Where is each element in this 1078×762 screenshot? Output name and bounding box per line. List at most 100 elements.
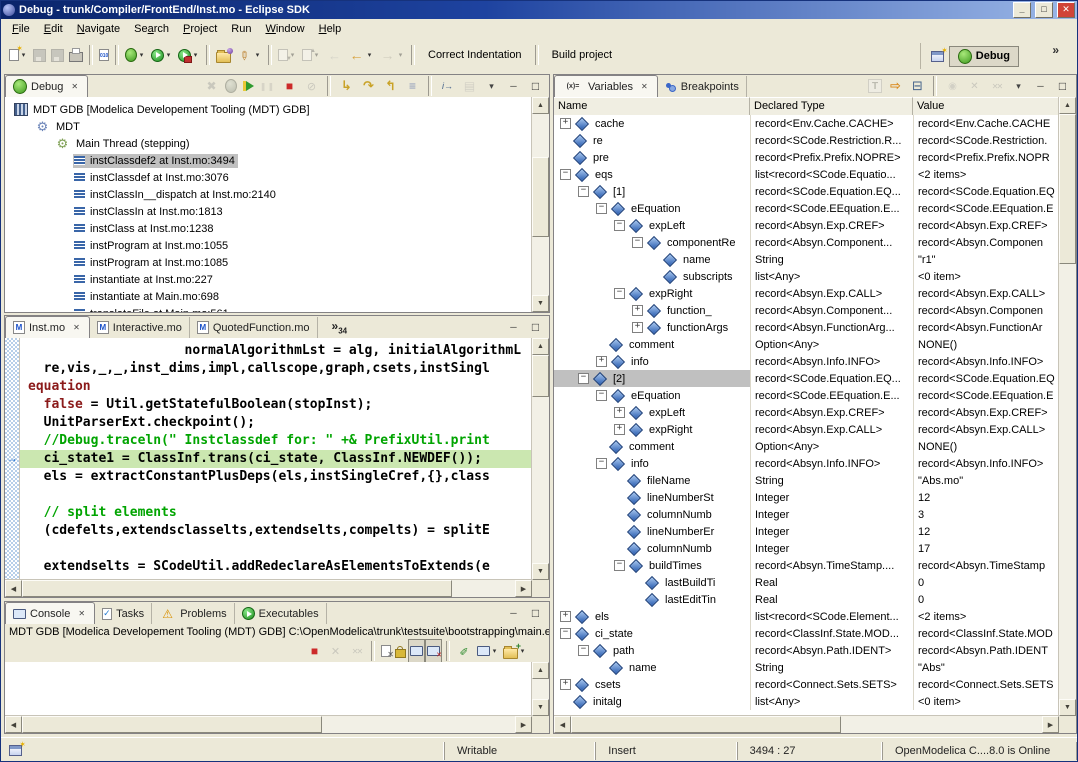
minimize-button[interactable]: ─ bbox=[503, 601, 524, 625]
expand-icon[interactable]: + bbox=[614, 424, 625, 435]
remove-all-button[interactable]: ✕✕ bbox=[986, 74, 1007, 98]
scroll-down-button[interactable]: ▼ bbox=[532, 295, 549, 312]
variable-row[interactable]: commentOption<Any>NONE() bbox=[554, 336, 1059, 353]
drop-to-frame-button[interactable]: ≡ bbox=[402, 74, 423, 98]
menu-edit[interactable]: Edit bbox=[37, 21, 70, 37]
variable-row[interactable]: +cacherecord<Env.Cache.CACHE>record<Env.… bbox=[554, 115, 1059, 132]
step-over-button[interactable]: ↷ bbox=[358, 74, 379, 98]
collapse-icon[interactable]: − bbox=[596, 458, 607, 469]
close-icon[interactable]: ✕ bbox=[69, 81, 80, 92]
variable-row[interactable]: −expLeftrecord<Absyn.Exp.CREF>record<Abs… bbox=[554, 217, 1059, 234]
show-stdout-button[interactable] bbox=[408, 639, 425, 663]
collapse-icon[interactable]: − bbox=[614, 560, 625, 571]
open-element-button[interactable] bbox=[214, 43, 233, 67]
debug-tree-row[interactable]: instantiate at Inst.mo:227 bbox=[5, 271, 532, 288]
view-menu-button[interactable]: ▾ bbox=[1008, 74, 1029, 98]
minimize-button[interactable]: ─ bbox=[503, 315, 524, 339]
editor-tab-quotedfunction-mo[interactable]: MQuotedFunction.mo bbox=[190, 317, 318, 338]
variable-row[interactable]: −expRightrecord<Absyn.Exp.CALL>record<Ab… bbox=[554, 285, 1059, 302]
collapse-icon[interactable]: − bbox=[578, 186, 589, 197]
scroll-down-button[interactable]: ▼ bbox=[532, 699, 549, 716]
scroll-left-button[interactable]: ◀ bbox=[554, 716, 571, 733]
menu-navigate[interactable]: Navigate bbox=[70, 21, 127, 37]
scroll-thumb[interactable] bbox=[532, 355, 549, 397]
print-button[interactable] bbox=[67, 43, 85, 67]
variable-row[interactable]: −pathrecord<Absyn.Path.IDENT>record<Absy… bbox=[554, 642, 1059, 659]
variable-row[interactable]: −[1]record<SCode.Equation.EQ...record<SC… bbox=[554, 183, 1059, 200]
dropdown-arrow-icon[interactable]: ▾ bbox=[191, 51, 200, 59]
debug-tree-row[interactable]: MDT GDB [Modelica Developement Tooling (… bbox=[5, 101, 532, 118]
resume-button[interactable] bbox=[240, 74, 256, 98]
maximize-button[interactable]: □ bbox=[525, 601, 546, 625]
editor-annotation-ruler[interactable]: → bbox=[5, 338, 20, 580]
scroll-up-button[interactable]: ▲ bbox=[532, 662, 549, 679]
display-console-button[interactable]: ▾ bbox=[475, 639, 501, 663]
editor-tab-overflow[interactable]: »34 bbox=[332, 319, 348, 335]
variable-row[interactable]: +inforecord<Absyn.Info.INFO>record<Absyn… bbox=[554, 353, 1059, 370]
annotation-brush-button[interactable]: ✏▾ bbox=[234, 43, 264, 67]
scroll-right-button[interactable]: ▶ bbox=[515, 716, 532, 733]
open-console-button[interactable]: ▾ bbox=[501, 639, 529, 663]
tab-debug[interactable]: Debug ✕ bbox=[5, 75, 88, 97]
dropdown-arrow-icon[interactable]: ▾ bbox=[253, 51, 262, 59]
debug-tree-row[interactable]: instantiate at Main.mo:698 bbox=[5, 288, 532, 305]
variable-row[interactable]: lastEditTinReal0 bbox=[554, 591, 1059, 608]
collapse-icon[interactable]: − bbox=[614, 288, 625, 299]
variable-row[interactable]: +functionArgsrecord<Absyn.FunctionArg...… bbox=[554, 319, 1059, 336]
expand-icon[interactable]: + bbox=[632, 322, 643, 333]
scroll-thumb[interactable] bbox=[22, 580, 452, 597]
collapse-icon[interactable]: − bbox=[560, 628, 571, 639]
debug-tree-row[interactable]: instClassdef at Inst.mo:3076 bbox=[5, 169, 532, 186]
collapse-icon[interactable]: − bbox=[614, 220, 625, 231]
dropdown-arrow-icon[interactable]: ▾ bbox=[137, 51, 146, 59]
variable-row[interactable]: −eqslist<record<SCode.Equatio...<2 items… bbox=[554, 166, 1059, 183]
expand-icon[interactable]: + bbox=[614, 407, 625, 418]
close-icon[interactable]: ✕ bbox=[71, 322, 82, 333]
dropdown-arrow-icon[interactable]: ▾ bbox=[365, 51, 374, 59]
debug-tree-row[interactable]: translateFile at Main.mo:561 bbox=[5, 305, 532, 312]
variable-row[interactable]: −buildTimesrecord<Absyn.TimeStamp....rec… bbox=[554, 557, 1059, 574]
scroll-thumb[interactable] bbox=[532, 157, 549, 237]
view-menu-button[interactable]: ▾ bbox=[481, 74, 502, 98]
toolbar-overflow-chevron[interactable]: » bbox=[1052, 43, 1059, 57]
maximize-window-button[interactable]: □ bbox=[1035, 2, 1053, 18]
debug-tree-row[interactable]: instClassIn__dispatch at Inst.mo:2140 bbox=[5, 186, 532, 203]
last-edit-button[interactable]: ← bbox=[324, 43, 345, 67]
debug-tree-row[interactable]: instClass at Inst.mo:1238 bbox=[5, 220, 532, 237]
pin-console-button[interactable]: ✏ bbox=[454, 639, 475, 663]
debug-bug-button[interactable]: ▾ bbox=[123, 43, 148, 67]
step-filters-button[interactable]: i→ bbox=[437, 74, 458, 98]
variable-row[interactable]: rerecord<SCode.Restriction.R...record<SC… bbox=[554, 132, 1059, 149]
scroll-lock-button[interactable] bbox=[393, 639, 408, 663]
variable-row[interactable]: −ci_staterecord<ClassInf.State.MOD...rec… bbox=[554, 625, 1059, 642]
expand-icon[interactable]: + bbox=[560, 611, 571, 622]
editor-tab-inst-mo[interactable]: MInst.mo✕ bbox=[5, 316, 90, 338]
scroll-down-button[interactable]: ▼ bbox=[532, 563, 549, 580]
scroll-thumb[interactable] bbox=[22, 716, 322, 733]
scroll-right-button[interactable]: ▶ bbox=[1042, 716, 1059, 733]
save-button[interactable] bbox=[31, 43, 48, 67]
remove-launch-button[interactable]: ✕ bbox=[325, 639, 346, 663]
collapse-icon[interactable]: − bbox=[596, 390, 607, 401]
binary-file-button[interactable] bbox=[97, 43, 111, 67]
collapse-icon[interactable]: − bbox=[578, 645, 589, 656]
step-return-button[interactable]: ↰ bbox=[380, 74, 401, 98]
scroll-down-button[interactable]: ▼ bbox=[1059, 699, 1076, 716]
variable-row[interactable]: initalglist<Any><0 item> bbox=[554, 693, 1059, 710]
collapse-icon[interactable]: − bbox=[632, 237, 643, 248]
dropdown-arrow-icon[interactable]: ▾ bbox=[490, 647, 499, 655]
prev-annotation-button[interactable]: ▾ bbox=[300, 43, 323, 67]
expand-icon[interactable]: + bbox=[560, 679, 571, 690]
variable-row[interactable]: nameString"r1" bbox=[554, 251, 1059, 268]
collapse-icon[interactable]: − bbox=[560, 169, 571, 180]
debug-tree-row[interactable]: instClassdef2 at Inst.mo:3494 bbox=[5, 152, 532, 169]
menu-help[interactable]: Help bbox=[312, 21, 349, 37]
restart-button[interactable] bbox=[223, 74, 239, 98]
collapse-icon[interactable]: − bbox=[578, 373, 589, 384]
expand-icon[interactable]: + bbox=[596, 356, 607, 367]
dropdown-arrow-icon[interactable]: ▾ bbox=[288, 51, 297, 59]
correct-indentation-button[interactable]: Correct Indentation bbox=[419, 45, 531, 65]
show-logical-structure-button[interactable]: ⇨ bbox=[885, 74, 906, 98]
disconnect-button[interactable]: ⊘ bbox=[301, 74, 322, 98]
scroll-up-button[interactable]: ▲ bbox=[1059, 97, 1076, 114]
